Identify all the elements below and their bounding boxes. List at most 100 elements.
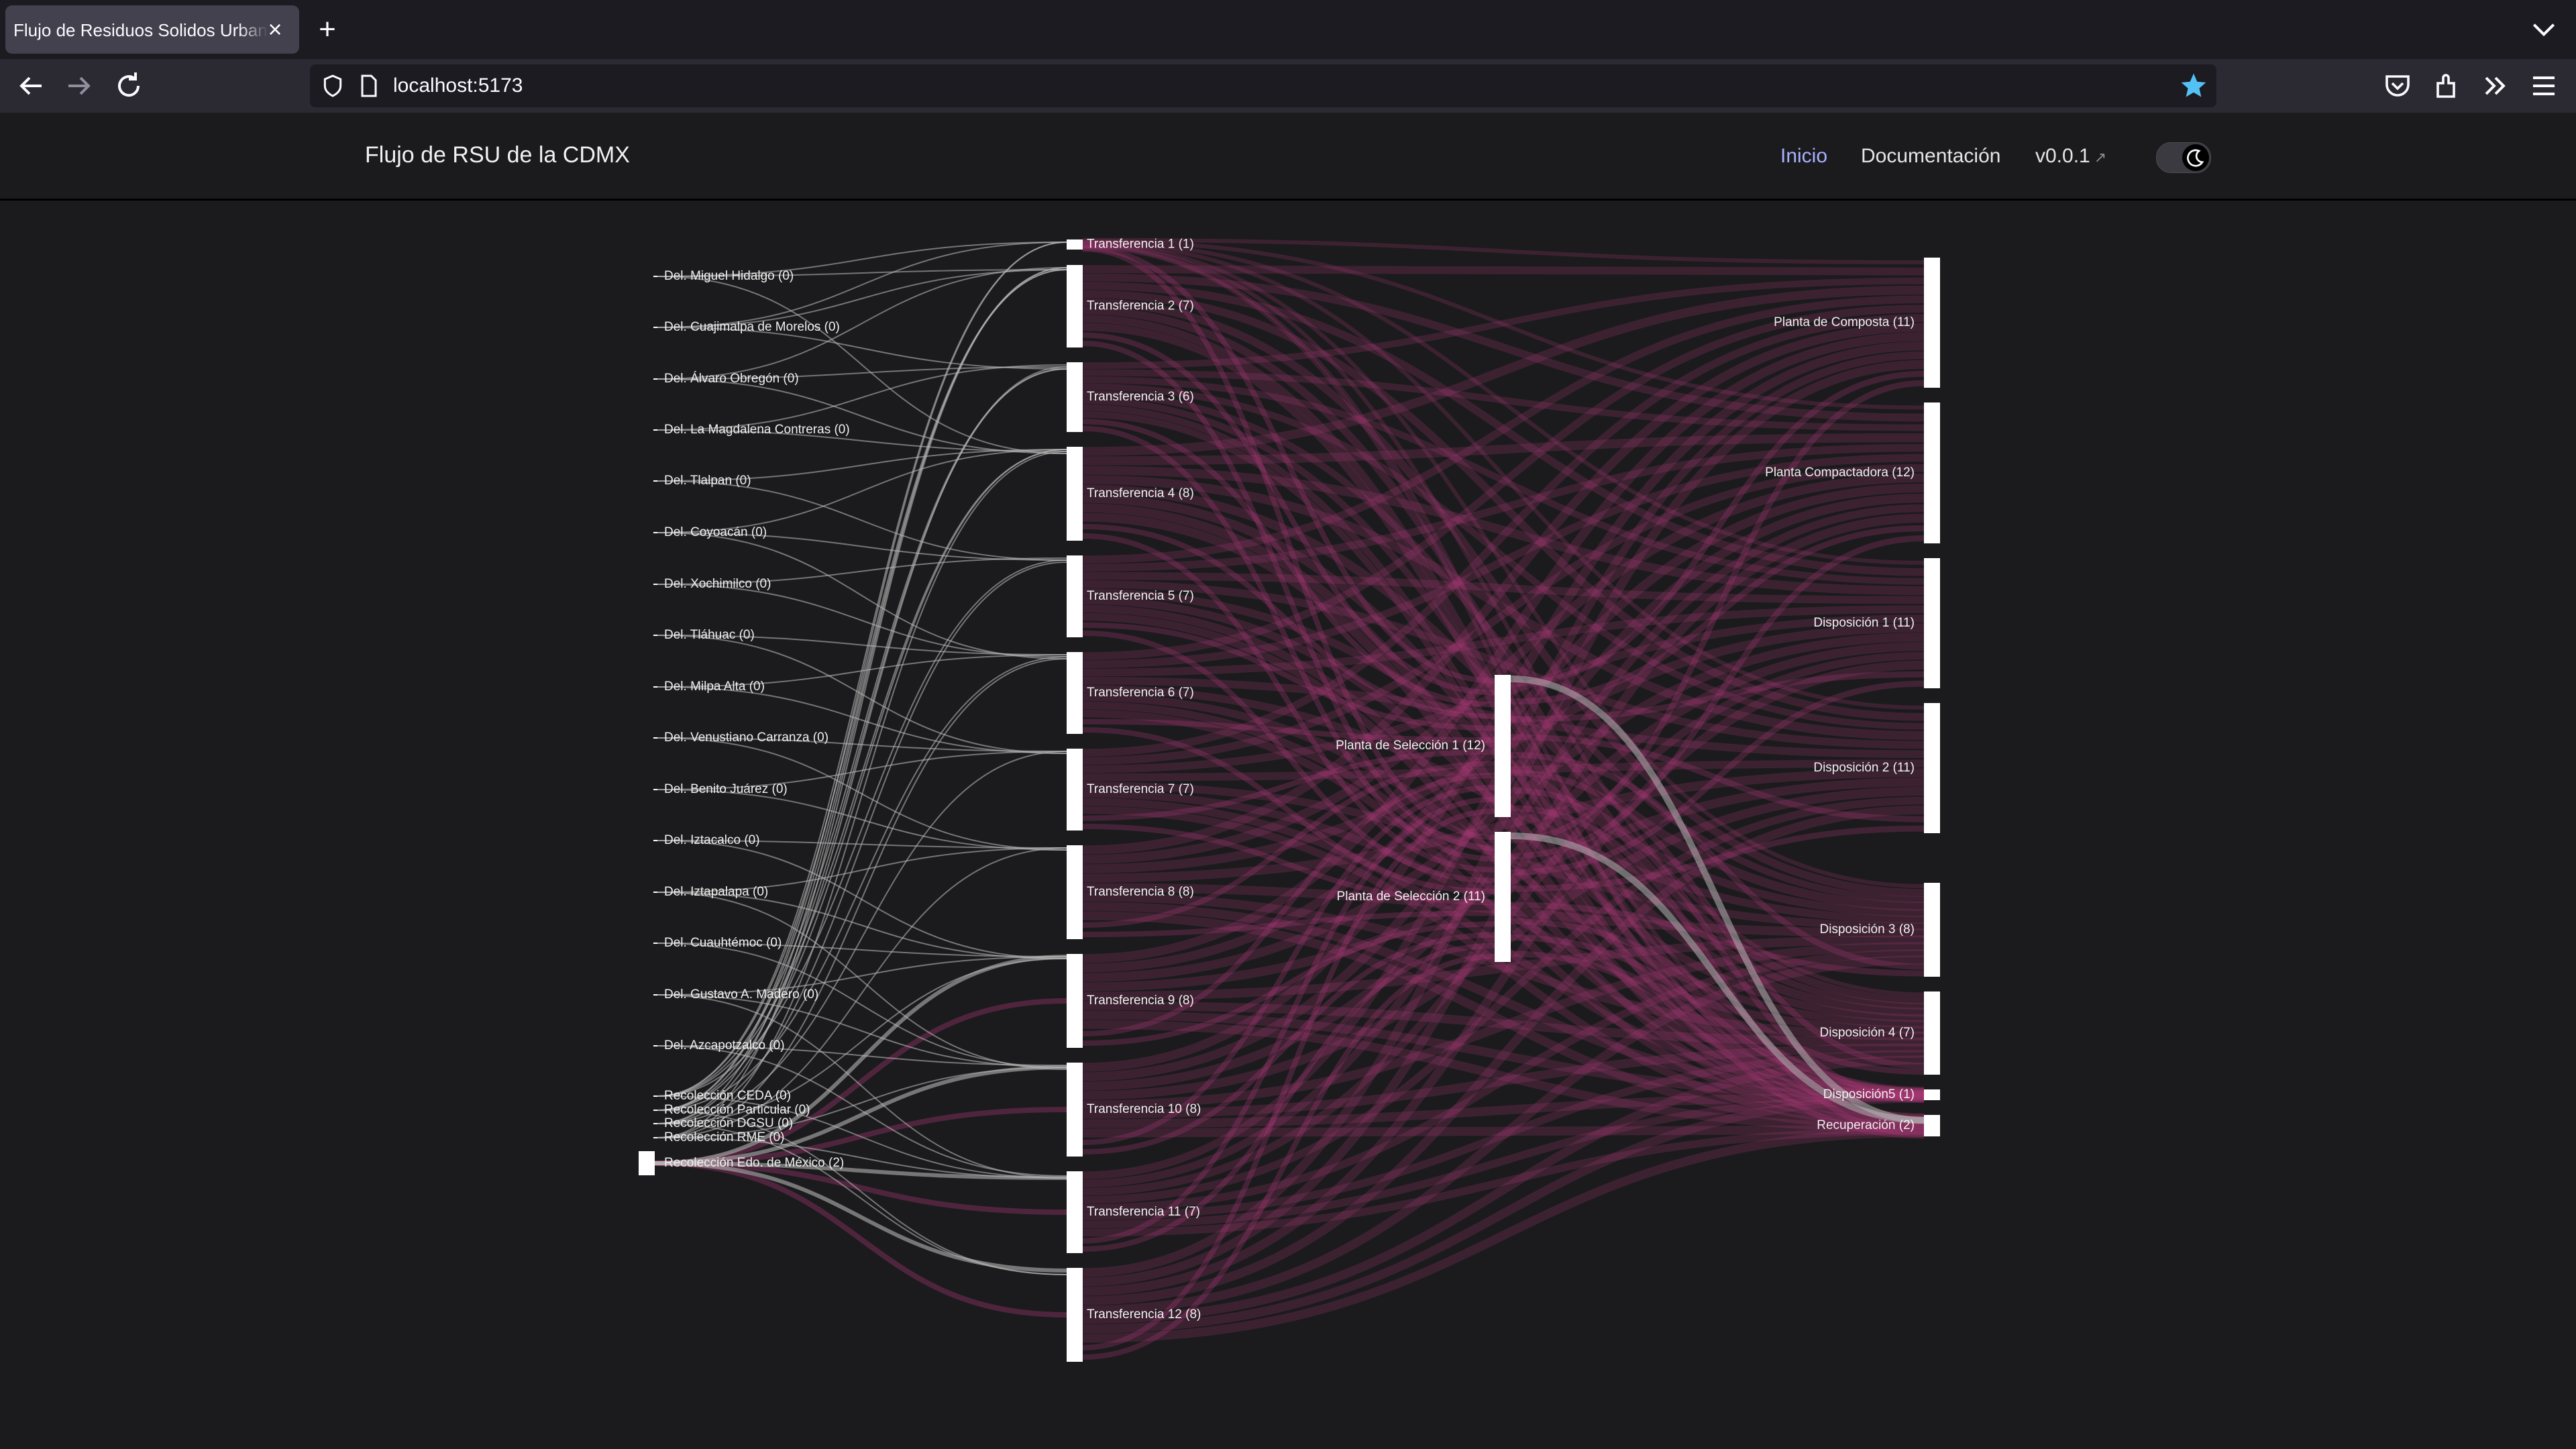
source-link	[657, 480, 1067, 561]
transfer-node-label: Transferencia 4 (8)	[1087, 486, 1194, 500]
destination-node[interactable]	[1924, 991, 1940, 1075]
tab-title: Flujo de Residuos Solidos Urbanos de la …	[13, 20, 268, 40]
transfer-node[interactable]	[1067, 1268, 1083, 1362]
toggle-knob	[2182, 144, 2209, 171]
shield-icon[interactable]	[319, 72, 346, 99]
source-node[interactable]	[653, 276, 657, 277]
source-node-label: Del. Gustavo A. Madero (0)	[664, 987, 818, 1002]
transfer-node-label: Transferencia 9 (8)	[1087, 994, 1194, 1008]
source-node[interactable]	[653, 327, 657, 328]
transfer-node[interactable]	[1067, 1171, 1083, 1253]
new-tab-icon[interactable]: +	[313, 15, 342, 44]
reload-icon[interactable]	[113, 70, 145, 102]
browser-tab[interactable]: Flujo de Residuos Solidos Urbanos de la …	[5, 5, 299, 54]
source-node[interactable]	[653, 584, 657, 585]
destination-node[interactable]	[1924, 1115, 1940, 1136]
pocket-icon[interactable]	[2381, 70, 2414, 102]
transfer-node[interactable]	[1067, 1063, 1083, 1157]
source-node-label: Recolección Edo. de México (2)	[664, 1156, 844, 1170]
destination-node[interactable]	[1924, 402, 1940, 543]
source-node[interactable]	[653, 1123, 657, 1124]
transfer-node[interactable]	[1067, 447, 1083, 541]
source-node[interactable]	[653, 378, 657, 380]
page-icon[interactable]	[356, 72, 382, 99]
source-node[interactable]	[653, 480, 657, 482]
source-node[interactable]	[653, 943, 657, 944]
source-node-label: Del. Milpa Alta (0)	[664, 680, 765, 694]
source-node[interactable]	[653, 1137, 657, 1138]
address-bar[interactable]: localhost:5173	[310, 64, 2216, 107]
site-header: Flujo de RSU de la CDMX Inicio Documenta…	[0, 113, 2576, 201]
source-link	[657, 1123, 1067, 1275]
source-node[interactable]	[653, 1110, 657, 1111]
source-node-label: Del. Cuajimalpa de Morelos (0)	[664, 320, 840, 334]
close-tab-icon[interactable]: ×	[262, 16, 288, 43]
menu-icon[interactable]	[2528, 70, 2560, 102]
source-node[interactable]	[653, 840, 657, 841]
destination-node[interactable]	[1924, 558, 1940, 688]
transfer-node-label: Transferencia 2 (7)	[1087, 299, 1194, 313]
destination-node[interactable]	[1924, 1089, 1940, 1100]
plant-node-label: Planta de Selección 1 (12)	[1336, 739, 1485, 753]
source-node-label: Recolección RME (0)	[664, 1130, 785, 1144]
source-node-label: Recolección CEDA (0)	[664, 1089, 791, 1103]
transfer-node[interactable]	[1067, 362, 1083, 432]
destination-node[interactable]	[1924, 883, 1940, 977]
external-link-icon: ↗	[2094, 149, 2107, 166]
nav-version-link[interactable]: v0.0.1 ↗	[2035, 145, 2106, 168]
destination-node-label: Disposición 2 (11)	[1813, 761, 1915, 775]
transfer-node[interactable]	[1067, 845, 1083, 939]
source-node-label: Del. Cuauhtémoc (0)	[664, 936, 782, 950]
source-node[interactable]	[653, 635, 657, 636]
destination-node-label: Recuperación (2)	[1817, 1118, 1915, 1132]
transfer-node-label: Transferencia 8 (8)	[1087, 885, 1194, 899]
source-node[interactable]	[653, 994, 657, 996]
extensions-icon[interactable]	[2431, 70, 2463, 102]
transfer-node[interactable]	[1067, 749, 1083, 830]
source-node-label: Del. Azcapotzalco (0)	[664, 1038, 785, 1053]
browser-toolbar: localhost:5173	[0, 59, 2576, 113]
destination-node[interactable]	[1924, 703, 1940, 833]
source-node[interactable]	[653, 1045, 657, 1046]
source-node-label: Del. Coyoacán (0)	[664, 525, 767, 539]
source-node[interactable]	[653, 532, 657, 533]
nav-docs-link[interactable]: Documentación	[1861, 145, 2000, 168]
forward-icon[interactable]	[63, 70, 95, 102]
source-node[interactable]	[639, 1151, 655, 1175]
source-node[interactable]	[653, 789, 657, 790]
transfer-node-label: Transferencia 5 (7)	[1087, 589, 1194, 603]
browser-tab-strip: Flujo de Residuos Solidos Urbanos de la …	[0, 0, 2576, 59]
transfer-node[interactable]	[1067, 954, 1083, 1048]
transfer-node-label: Transferencia 12 (8)	[1087, 1307, 1201, 1322]
plant-node[interactable]	[1495, 832, 1511, 962]
destination-node[interactable]	[1924, 258, 1940, 388]
theme-toggle[interactable]	[2156, 142, 2211, 173]
source-node[interactable]	[653, 686, 657, 688]
source-node[interactable]	[653, 1095, 657, 1097]
back-icon[interactable]	[15, 70, 47, 102]
transfer-node-label: Transferencia 7 (7)	[1087, 782, 1194, 796]
source-node-label: Del. Álvaro Obregón (0)	[664, 372, 799, 386]
source-node[interactable]	[653, 892, 657, 893]
source-node-label: Del. Iztacalco (0)	[664, 833, 760, 847]
transfer-node-label: Transferencia 11 (7)	[1087, 1205, 1200, 1219]
destination-node-label: Disposición 1 (11)	[1813, 616, 1915, 630]
site-title[interactable]: Flujo de RSU de la CDMX	[365, 142, 630, 168]
source-link	[657, 241, 1067, 328]
more-tools-icon[interactable]	[2479, 70, 2512, 102]
transfer-node[interactable]	[1067, 265, 1083, 347]
transfer-node[interactable]	[1067, 239, 1083, 250]
plant-node-label: Planta de Selección 2 (11)	[1337, 890, 1485, 904]
source-node[interactable]	[653, 429, 657, 431]
nav-home-link[interactable]: Inicio	[1780, 145, 1827, 168]
source-node[interactable]	[653, 737, 657, 739]
list-all-tabs-icon[interactable]	[2529, 15, 2559, 44]
flow-link	[1082, 265, 1925, 276]
plant-node[interactable]	[1495, 675, 1511, 817]
destination-node-label: Disposición 4 (7)	[1820, 1026, 1915, 1040]
destination-node-label: Disposición 3 (8)	[1820, 922, 1915, 936]
bookmark-star-icon[interactable]	[2179, 71, 2208, 101]
transfer-node[interactable]	[1067, 652, 1083, 734]
transfer-node[interactable]	[1067, 555, 1083, 637]
url-text: localhost:5173	[393, 74, 523, 97]
